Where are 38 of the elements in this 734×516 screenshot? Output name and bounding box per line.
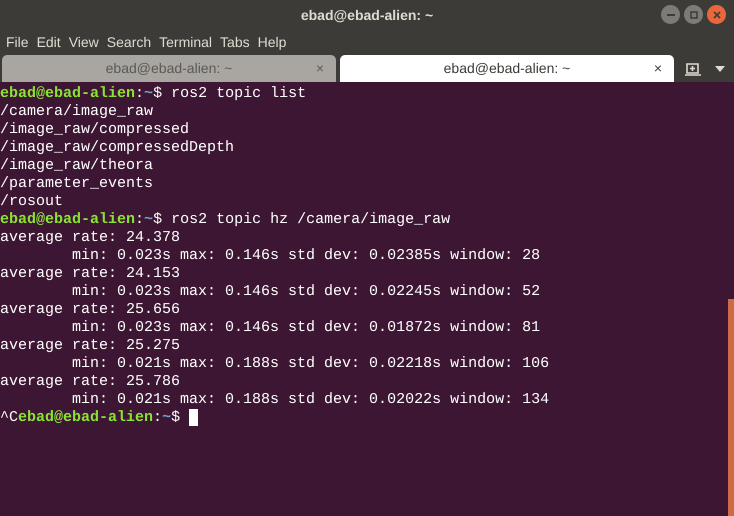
dropdown-caret-icon[interactable]: [715, 66, 725, 72]
window-title: ebad@ebad-alien: ~: [300, 6, 434, 24]
menu-item[interactable]: Terminal: [155, 32, 216, 53]
tab-close-button[interactable]: ×: [654, 58, 662, 79]
menu-item[interactable]: View: [64, 32, 103, 53]
minimize-button[interactable]: [661, 5, 680, 24]
output-line: min: 0.023s max: 0.146s std dev: 0.01872s window: 81: [71, 319, 540, 337]
output-line: /image_raw/theora: [0, 157, 154, 175]
close-icon: [712, 10, 720, 18]
prompt-line: ebad@ebad-alien:~$ ros2 topic list: [0, 85, 306, 103]
menu-item[interactable]: Search: [102, 32, 156, 53]
output-line: min: 0.021s max: 0.188s std dev: 0.02022s window: 134: [71, 391, 550, 409]
output-line: average rate: 25.786: [0, 373, 180, 391]
output-line: min: 0.023s max: 0.146s std dev: 0.02245s window: 52: [71, 283, 540, 301]
output-line: average rate: 24.378: [0, 229, 180, 247]
output-line: min: 0.023s max: 0.146s std dev: 0.02385s window: 28: [71, 247, 540, 265]
output-line: average rate: 25.656: [0, 301, 180, 319]
prompt-line: ^Cebad@ebad-alien:~$: [0, 409, 198, 427]
prompt-line: ebad@ebad-alien:~$ ros2 topic hz /camera/image_raw: [0, 211, 450, 229]
output-line: average rate: 24.153: [0, 265, 180, 283]
output-line: /image_raw/compressed: [0, 121, 190, 139]
menu-item[interactable]: Tabs: [216, 32, 254, 53]
output-line: /parameter_events: [0, 175, 154, 193]
new-tab-icon[interactable]: [685, 60, 701, 76]
minimize-icon: [666, 14, 674, 16]
output-line: min: 0.021s max: 0.188s std dev: 0.02218s window: 106: [71, 355, 550, 373]
output-line: /camera/image_raw: [0, 103, 154, 121]
output-line: /rosout: [0, 193, 64, 211]
output-line: average rate: 25.275: [0, 337, 180, 355]
menu-item[interactable]: Edit: [32, 32, 65, 53]
output-line: /image_raw/compressedDepth: [0, 139, 234, 157]
close-button[interactable]: [707, 5, 726, 24]
scrollbar-thumb[interactable]: [728, 299, 734, 516]
maximize-button[interactable]: [684, 5, 703, 24]
menu-item[interactable]: File: [2, 32, 33, 53]
tab[interactable]: ebad@ebad-alien: ~ ×: [340, 55, 674, 82]
menu-item[interactable]: Help: [254, 32, 290, 53]
maximize-icon: [690, 10, 698, 18]
